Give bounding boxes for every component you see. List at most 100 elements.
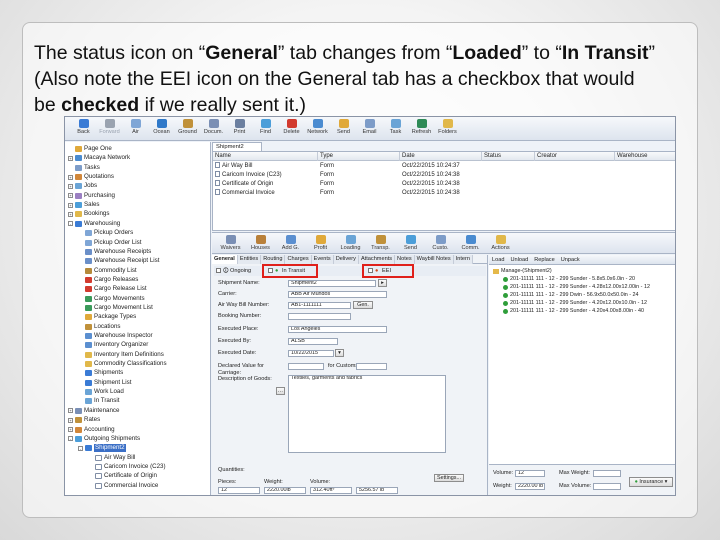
tree-item[interactable]: + Purchasing: [68, 192, 115, 200]
col-warehouse[interactable]: Warehouse: [615, 152, 675, 161]
collapse-icon[interactable]: -: [68, 221, 73, 227]
toolbar-ground-button[interactable]: Ground: [175, 117, 200, 139]
col-type[interactable]: Type: [318, 152, 400, 161]
tree-item[interactable]: Cargo Movements: [78, 295, 145, 303]
shipment-name-lookup-button[interactable]: ▸: [378, 279, 387, 287]
declared-value-input[interactable]: [288, 363, 324, 370]
tab-intern[interactable]: Intern: [453, 255, 473, 264]
max-weight-input[interactable]: [593, 470, 621, 477]
tree-item[interactable]: In Transit: [78, 397, 119, 405]
shipment-toolbar-button[interactable]: Transp.: [366, 233, 395, 255]
tree-item[interactable]: + Quotations: [68, 173, 114, 181]
toolbar-forward-button[interactable]: Forward: [97, 117, 122, 139]
settings-button[interactable]: Settings...: [434, 474, 464, 482]
tree-item[interactable]: Shipments: [78, 369, 123, 377]
tab-general[interactable]: General: [212, 255, 238, 264]
shipment-toolbar-button[interactable]: Comm.: [456, 233, 485, 255]
cargo-root[interactable]: Manage-(Shipment2): [493, 268, 552, 275]
toolbar-ocean-button[interactable]: Ocean: [149, 117, 174, 139]
expand-icon[interactable]: +: [68, 193, 73, 199]
customs-value-input[interactable]: [356, 363, 387, 370]
shipment-toolbar-button[interactable]: Profit: [306, 233, 335, 255]
gen-button[interactable]: Gen.: [353, 301, 373, 309]
tree-item[interactable]: Page One: [68, 145, 112, 153]
table-row[interactable]: Commercial Invoice Form Oct/22/2015 10:2…: [213, 189, 675, 198]
toolbar-email-button[interactable]: Email: [357, 117, 382, 139]
cargo-item[interactable]: 201-11111 111 - 12 - 299 Sunder - 5.8x5.…: [503, 276, 635, 283]
tree-item[interactable]: Pickup Orders: [78, 229, 133, 237]
tree-item[interactable]: + Bookings: [68, 210, 109, 218]
col-creator[interactable]: Creator: [535, 152, 615, 161]
cargo-item[interactable]: 201-11111 111 - 12 - 299 Sunder - 4.20x4…: [503, 308, 644, 315]
toolbar-print-button[interactable]: Print: [227, 117, 252, 139]
tree-item[interactable]: + Rates: [68, 416, 100, 424]
expand-icon[interactable]: +: [68, 427, 73, 432]
table-row[interactable]: Air Way Bill Form Oct/22/2015 10:24:37: [213, 162, 675, 171]
expand-icon[interactable]: +: [68, 417, 73, 423]
tree-item[interactable]: Warehouse Receipts: [78, 248, 151, 256]
unload-button[interactable]: Unload: [507, 255, 531, 264]
expand-icon[interactable]: +: [68, 174, 73, 180]
col-date[interactable]: Date: [400, 152, 482, 161]
tab-events[interactable]: Events: [311, 255, 334, 264]
col-name[interactable]: Name: [213, 152, 318, 161]
shipment-toolbar-button[interactable]: Waivers: [216, 233, 245, 255]
tree-item[interactable]: Commodity Classifications: [78, 360, 167, 368]
max-volume-input[interactable]: [593, 483, 621, 490]
executed-date-input[interactable]: 10/22/2015: [288, 350, 334, 357]
shipment-toolbar-button[interactable]: Send: [396, 233, 425, 255]
unpack-button[interactable]: Unpack: [558, 255, 583, 264]
tree-item[interactable]: Tasks: [68, 164, 100, 172]
booking-number-input[interactable]: [288, 313, 351, 320]
tree-item[interactable]: - Shipment2: [78, 444, 126, 453]
executed-place-input[interactable]: Los Angeles: [288, 326, 387, 333]
tree-item[interactable]: Warehouse Receipt List: [78, 257, 159, 265]
collapse-icon[interactable]: -: [78, 445, 83, 451]
tree-item[interactable]: Cargo Releases: [78, 276, 138, 284]
expand-icon[interactable]: +: [68, 211, 73, 217]
expand-icon[interactable]: +: [68, 408, 73, 414]
tab-entities[interactable]: Entities: [237, 255, 262, 264]
toolbar-delete-button[interactable]: Delete: [279, 117, 304, 139]
cargo-item[interactable]: 201-11111 111 - 12 - 299 Sunder - 4.20x1…: [503, 300, 647, 307]
shipment-toolbar-button[interactable]: Houses: [246, 233, 275, 255]
tab-attachments[interactable]: Attachments: [358, 255, 396, 264]
description-textarea[interactable]: Textiles, garments and fabrics: [288, 375, 446, 453]
tree-item[interactable]: Certificate of Origin: [88, 472, 157, 480]
insurance-button[interactable]: ● Insurance ▾: [629, 477, 673, 487]
tab-delivery[interactable]: Delivery: [333, 255, 359, 264]
table-row[interactable]: Certificate of Origin Form Oct/22/2015 1…: [213, 180, 675, 189]
tree-item[interactable]: + Maintenance: [68, 407, 119, 415]
carrier-input[interactable]: ABB Air Mundos: [288, 291, 387, 298]
ongoing-checkbox[interactable]: [216, 268, 221, 273]
tree-item[interactable]: + Sales: [68, 201, 99, 209]
tree-item[interactable]: Inventory Item Definitions: [78, 351, 164, 359]
toolbar-documents-button[interactable]: Docum.: [201, 117, 226, 139]
shipment-toolbar-button[interactable]: Add G.: [276, 233, 305, 255]
tree-item[interactable]: Inventory Organizer: [78, 341, 148, 349]
calendar-button[interactable]: ▾: [335, 349, 344, 357]
executed-by-input[interactable]: ALSB: [288, 338, 338, 345]
tree-item[interactable]: Commodity List: [78, 267, 137, 275]
collapse-icon[interactable]: -: [68, 436, 73, 442]
replace-button[interactable]: Replace: [531, 255, 558, 264]
tree-item[interactable]: + Macaya Network: [68, 154, 130, 162]
tree-item[interactable]: Package Types: [78, 313, 136, 321]
awb-number-input[interactable]: AB1-1111111: [288, 302, 351, 309]
tree-item[interactable]: Shipment List: [78, 379, 132, 387]
toolbar-folders-button[interactable]: Folders: [435, 117, 460, 139]
toolbar-send-button[interactable]: Send: [331, 117, 356, 139]
tree-item[interactable]: - Warehousing: [68, 220, 120, 228]
toolbar-back-button[interactable]: Back: [71, 117, 96, 139]
tree-item[interactable]: Work Load: [78, 388, 124, 396]
table-row[interactable]: Caricom Invoice (C23) Form Oct/22/2015 1…: [213, 171, 675, 180]
tab-notes[interactable]: Notes: [395, 255, 415, 264]
tree-item[interactable]: - Outgoing Shipments: [68, 435, 140, 443]
tree-item[interactable]: Pickup Order List: [78, 239, 141, 247]
toolbar-refresh-button[interactable]: Refresh: [409, 117, 434, 139]
toolbar-air-button[interactable]: Air: [123, 117, 148, 139]
expand-icon[interactable]: +: [68, 202, 73, 208]
description-more-button[interactable]: …: [276, 387, 285, 395]
tree-item[interactable]: Locations: [78, 323, 121, 331]
tree-item[interactable]: Air Way Bill: [88, 454, 135, 462]
